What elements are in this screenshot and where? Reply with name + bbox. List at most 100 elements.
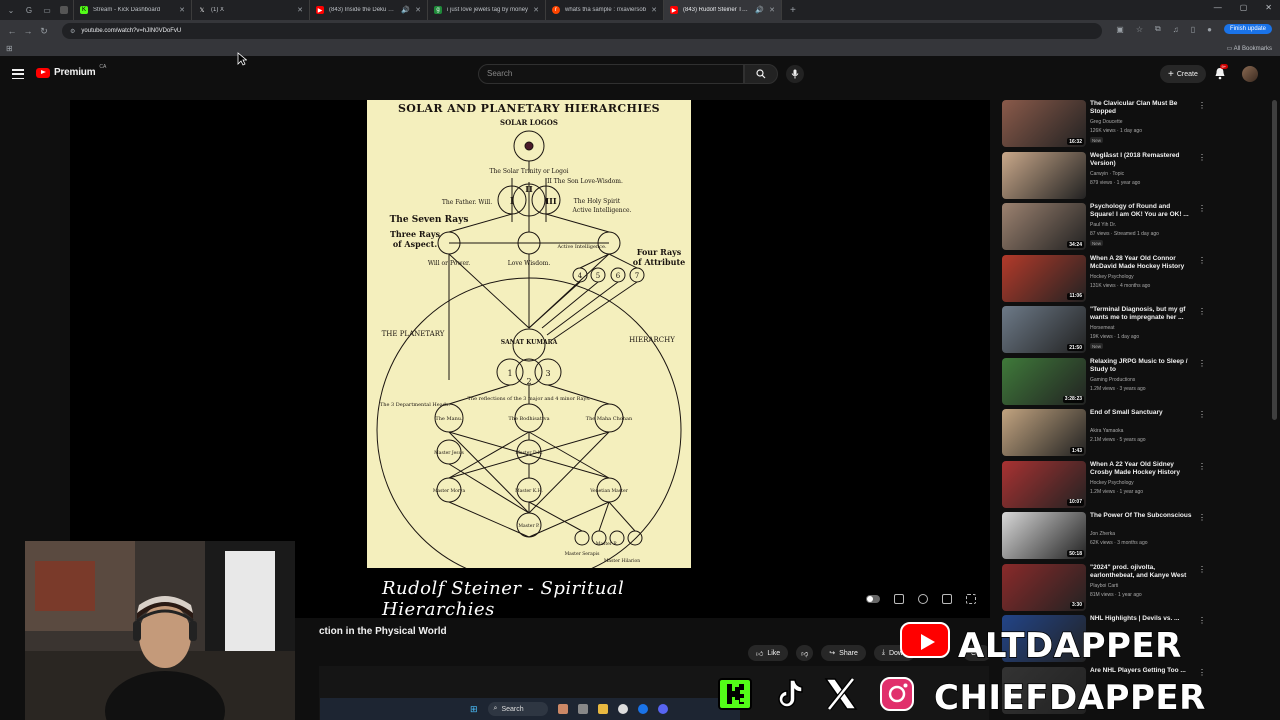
recommendation-title[interactable]: The Power Of The Subconscious [1090, 512, 1196, 520]
more-options-icon[interactable]: ⋮ [1198, 153, 1206, 162]
recommendation-item[interactable]: 3:28:23 Relaxing JRPG Music to Sleep / St… [1002, 357, 1212, 410]
file-explorer-icon[interactable] [597, 704, 608, 714]
close-tab-icon[interactable]: ✕ [297, 6, 303, 14]
more-options-icon[interactable]: ⋮ [1198, 565, 1206, 574]
video-thumbnail[interactable]: 34:24 [1002, 203, 1086, 250]
taskbar-search[interactable]: ⌕ Search [487, 702, 548, 716]
close-tab-icon[interactable]: ✕ [179, 6, 185, 14]
task-view-icon[interactable] [577, 704, 588, 714]
video-thumbnail[interactable]: 3:30 [1002, 563, 1086, 611]
miniplayer-icon[interactable] [942, 594, 952, 604]
recommendation-channel[interactable]: Hockey Psychology [1090, 480, 1134, 486]
maximize-icon[interactable]: ▢ [1240, 3, 1248, 12]
discord-icon[interactable] [657, 704, 668, 714]
recommendation-item[interactable]: 10:07 When A 22 Year Old Sidney Crosby Ma… [1002, 460, 1212, 513]
search-button[interactable] [744, 64, 778, 84]
recommendation-item[interactable]: 21:50 "Terminal Diagnosis, but my gf want… [1002, 306, 1212, 358]
browser-tab-active[interactable]: ▶ (843) Rudolf Steiner The Sp 🔊 ✕ [664, 0, 782, 20]
all-bookmarks-button[interactable]: ▭ All Bookmarks [1227, 45, 1272, 52]
browser-tab[interactable] [54, 0, 74, 20]
bookmark-star-icon[interactable]: ☆ [1136, 25, 1143, 34]
create-button[interactable]: + Create [1160, 65, 1206, 83]
account-avatar[interactable] [1242, 66, 1258, 82]
recommendation-channel[interactable]: Paul Yih Dr. [1090, 222, 1116, 228]
address-bar[interactable]: ⚙ youtube.com/watch?v=hJIN0VDoFvU [62, 23, 1102, 39]
page-scrollbar[interactable] [1272, 100, 1277, 420]
close-tab-icon[interactable]: ✕ [769, 6, 775, 14]
more-options-icon[interactable]: ⋮ [1198, 513, 1206, 522]
recommendation-channel[interactable]: Jon Zherka [1090, 531, 1115, 537]
recommendation-title[interactable]: "Terminal Diagnosis, but my gf wants me … [1090, 306, 1196, 322]
video-thumbnail[interactable] [1002, 151, 1086, 199]
browser-tab[interactable]: ▶ (843) Inside the Deku Tree 🔊 ✕ [310, 0, 428, 20]
windows-start-icon[interactable]: ⊞ [470, 704, 478, 715]
sidebar-icon[interactable]: ▯ [1191, 25, 1195, 34]
browser-tab[interactable]: K Stream - Kick Dashboard ✕ [74, 0, 192, 20]
like-button[interactable]: 👍︎ Like [748, 645, 789, 661]
video-thumbnail[interactable]: 21:50 [1002, 306, 1086, 353]
recommendation-channel[interactable]: Carwyin · Topic [1090, 171, 1124, 177]
recommendation-title[interactable]: Weglåsst I (2018 Remastered Version) [1090, 152, 1196, 168]
site-info-icon[interactable]: ⚙ [70, 28, 75, 35]
voice-search-button[interactable] [786, 65, 804, 83]
video-thumbnail[interactable]: 3:28:23 [1002, 357, 1086, 405]
cast-icon[interactable]: ▣ [1116, 25, 1124, 34]
recommendation-title[interactable]: Relaxing JRPG Music to Sleep / Study to [1090, 358, 1196, 374]
recommendation-title[interactable]: Are NHL Players Getting Too ... [1090, 667, 1196, 675]
dislike-button[interactable]: 👎︎ [796, 645, 814, 661]
reload-icon[interactable]: ↻ [36, 26, 52, 37]
recommendation-item[interactable]: 34:24 Psychology of Round and Square! I a… [1002, 203, 1212, 255]
notifications-button[interactable]: 9+ [1214, 64, 1228, 85]
more-options-icon[interactable]: ⋮ [1198, 204, 1206, 213]
recommendation-item[interactable]: 16:32 The Clavicular Clan Must Be Stopped… [1002, 100, 1212, 152]
recommendation-item[interactable]: 50:18 The Power Of The Subconscious Jon Zh… [1002, 512, 1212, 564]
forward-icon[interactable]: → [20, 26, 36, 36]
video-thumbnail[interactable]: 10:07 [1002, 460, 1086, 508]
settings-icon[interactable] [918, 594, 928, 604]
more-options-icon[interactable]: ⋮ [1198, 101, 1206, 110]
recommendation-channel[interactable]: Gaming Productions [1090, 377, 1135, 383]
chrome-icon[interactable] [617, 704, 628, 714]
recommendation-item[interactable]: 1:43 End of Small Sanctuary Akira Yamaoka 2… [1002, 409, 1212, 461]
profile-icon[interactable]: ● [1207, 25, 1212, 34]
more-options-icon[interactable]: ⋮ [1198, 359, 1206, 368]
more-options-icon[interactable]: ⋮ [1198, 410, 1206, 419]
browser-tab[interactable]: gi just love jewels tag by money ✕ [428, 0, 546, 20]
app-icon[interactable] [557, 704, 568, 714]
search-input[interactable]: Search [478, 64, 744, 84]
chrome-icon[interactable] [637, 704, 648, 714]
recommendation-title[interactable]: "2024" prod. ojivolta, earlonthebeat, an… [1090, 564, 1196, 580]
recommendation-title[interactable]: The Clavicular Clan Must Be Stopped [1090, 100, 1196, 116]
subtitles-icon[interactable] [894, 594, 904, 604]
more-options-icon[interactable]: ⋮ [1198, 256, 1206, 265]
close-window-icon[interactable]: ✕ [1265, 3, 1272, 12]
recommendation-title[interactable]: End of Small Sanctuary [1090, 409, 1196, 417]
apps-icon[interactable]: ⊞ [6, 44, 13, 53]
finish-update-button[interactable]: Finish update [1223, 24, 1272, 34]
recommendation-channel[interactable]: Akira Yamaoka [1090, 428, 1123, 434]
minimize-icon[interactable]: — [1214, 3, 1222, 12]
more-options-icon[interactable]: ⋮ [1198, 668, 1206, 677]
extensions-icon[interactable]: ⧉ [1155, 24, 1161, 34]
video-thumbnail[interactable]: 50:18 [1002, 512, 1086, 559]
close-tab-icon[interactable]: ✕ [415, 6, 421, 14]
recommendation-item[interactable]: Weglåsst I (2018 Remastered Version) Carw… [1002, 151, 1212, 204]
google-icon[interactable]: G [22, 3, 36, 17]
recommendation-channel[interactable]: Playboi Carti [1090, 583, 1118, 589]
youtube-logo[interactable]: Premium CA [36, 64, 106, 78]
recommendation-channel[interactable]: Greg Doucette [1090, 119, 1123, 125]
more-options-icon[interactable]: ⋮ [1198, 616, 1206, 625]
tab-menu-icon[interactable]: ⌄ [4, 3, 18, 17]
tab-groups-icon[interactable]: ▭ [40, 3, 54, 17]
recommendation-item[interactable]: 3:30 "2024" prod. ojivolta, earlonthebeat… [1002, 563, 1212, 616]
media-icon[interactable]: ♫ [1173, 25, 1179, 34]
recommendation-item[interactable]: 11:06 When A 28 Year Old Connor McDavid M… [1002, 254, 1212, 307]
recommendation-channel[interactable]: Hockey Psychology [1090, 274, 1134, 280]
recommendation-title[interactable]: Psychology of Round and Square! I am OK!… [1090, 203, 1196, 219]
video-thumbnail[interactable]: 11:06 [1002, 254, 1086, 302]
browser-tab[interactable]: 𝕏 (1) X ✕ [192, 0, 310, 20]
fullscreen-icon[interactable] [966, 594, 976, 604]
more-options-icon[interactable]: ⋮ [1198, 462, 1206, 471]
close-tab-icon[interactable]: ✕ [533, 6, 539, 14]
browser-tab[interactable]: r whats tha sample : r/xaviersob ✕ [546, 0, 664, 20]
